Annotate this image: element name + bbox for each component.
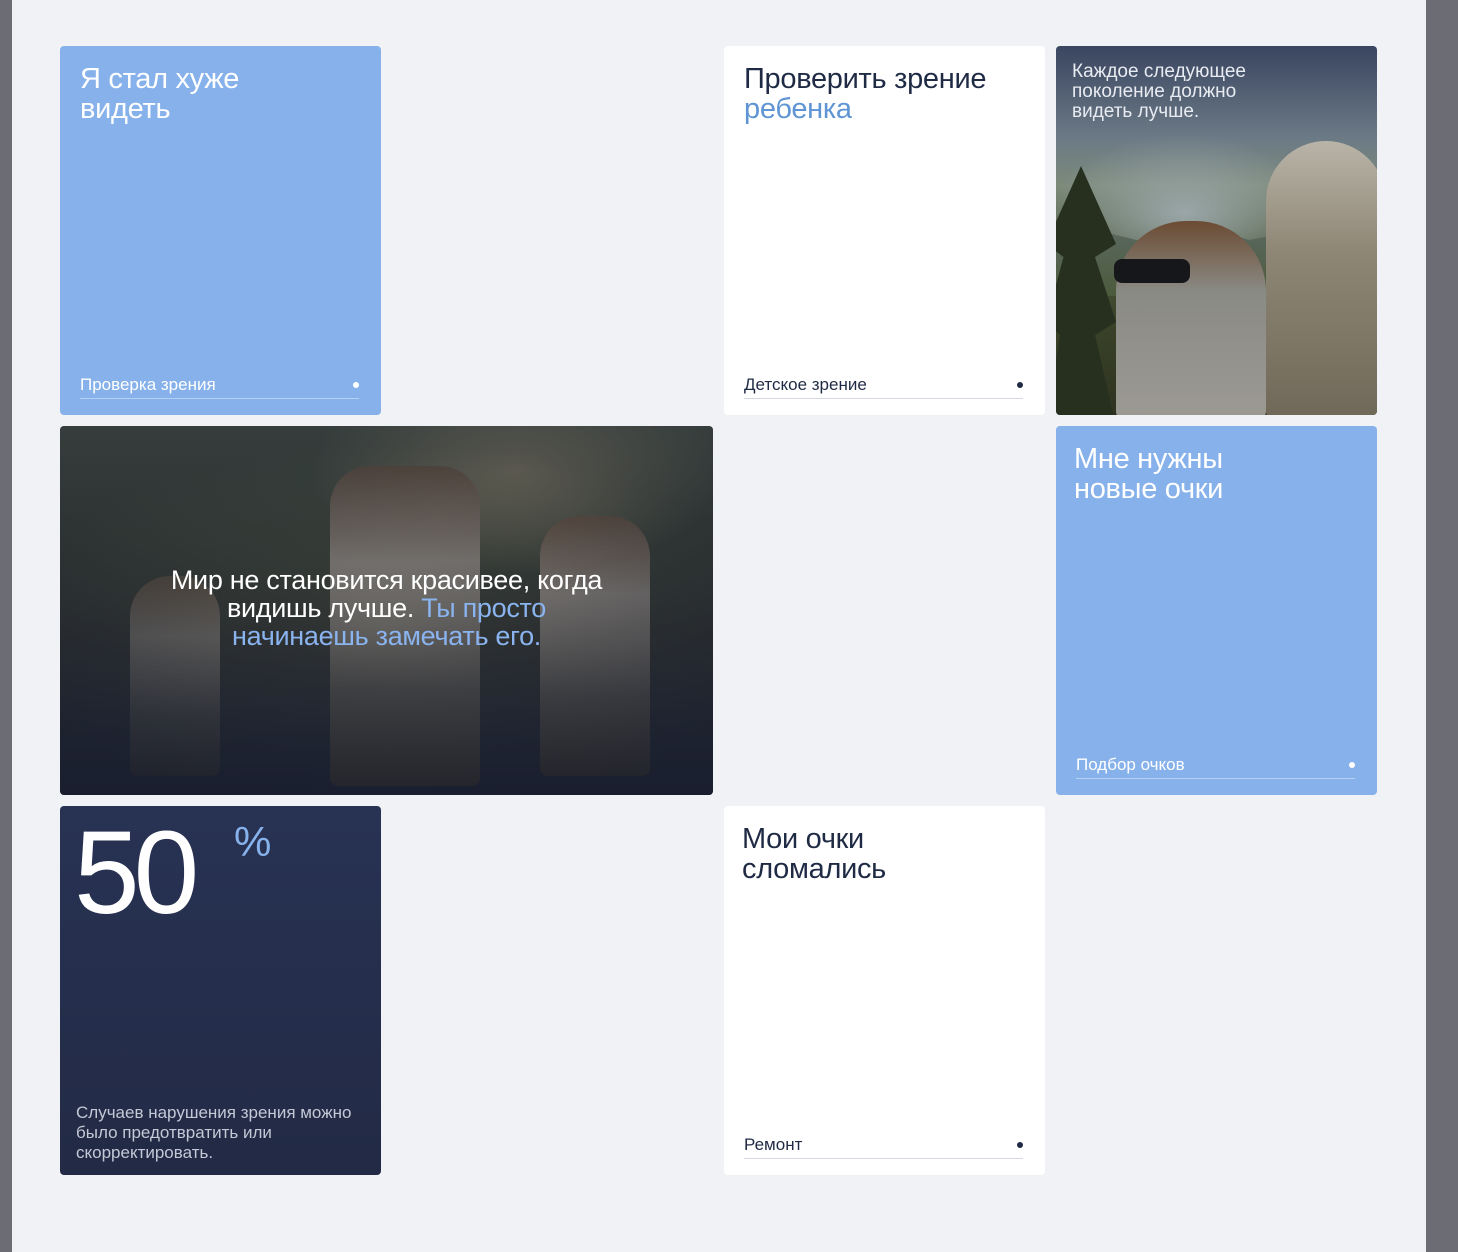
child-vision-link[interactable]: Детское зрение — [744, 372, 1023, 399]
binoculars-illustration — [1114, 259, 1190, 283]
card-quote-photo: Мир не становится красивее, когда видишь… — [60, 426, 713, 795]
card-child-vision[interactable]: Проверить зрение ребенка Детское зрение — [724, 46, 1045, 415]
page-canvas: Я стал хуже видеть Проверка зрения Прове… — [12, 0, 1426, 1252]
new-glasses-link[interactable]: Подбор очков — [1076, 752, 1355, 779]
link-label: Детское зрение — [744, 375, 867, 394]
title-accent: ребенка — [744, 93, 852, 125]
generation-text: Каждое следующее поколение должно видеть… — [1072, 61, 1246, 122]
boy-illustration — [1116, 221, 1266, 415]
card-vision-check[interactable]: Я стал хуже видеть Проверка зрения — [60, 46, 381, 415]
repair-link[interactable]: Ремонт — [744, 1132, 1023, 1159]
grandfather-illustration — [1266, 141, 1377, 415]
link-label: Проверка зрения — [80, 375, 216, 394]
link-label: Ремонт — [744, 1135, 803, 1154]
link-label: Подбор очков — [1076, 755, 1185, 774]
card-title: Я стал хуже видеть — [80, 63, 240, 125]
title-text: Проверить зрение — [744, 63, 987, 95]
stat-description: Случаев нарушения зрения можно было пред… — [76, 1103, 352, 1162]
card-new-glasses[interactable]: Мне нужны новые очки Подбор очков — [1056, 426, 1377, 795]
vision-check-link[interactable]: Проверка зрения — [80, 372, 359, 399]
card-statistic: 50 % Случаев нарушения зрения можно было… — [60, 806, 381, 1175]
quote-text: Мир не становится красивее, когда видишь… — [160, 566, 613, 650]
dot-icon — [1017, 382, 1023, 388]
card-title: Проверить зрение ребенка — [744, 64, 1004, 124]
card-generation-photo: Каждое следующее поколение должно видеть… — [1056, 46, 1377, 415]
dot-icon — [1017, 1142, 1023, 1148]
stat-unit: % — [234, 818, 272, 865]
card-broken-glasses[interactable]: Мои очки сломались Ремонт — [724, 806, 1045, 1175]
dot-icon — [1349, 762, 1355, 768]
card-title: Мне нужны новые очки — [1074, 443, 1224, 505]
card-title: Мои очки сломались — [742, 823, 886, 885]
dot-icon — [353, 382, 359, 388]
stat-value: 50 — [74, 807, 199, 939]
